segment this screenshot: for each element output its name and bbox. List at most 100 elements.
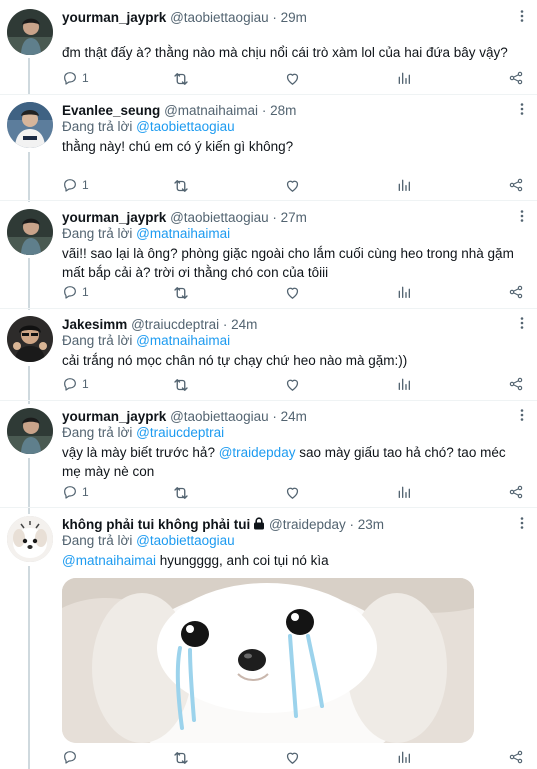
tweet-actions [62, 749, 527, 767]
user-handle[interactable]: @traidepday [269, 517, 346, 532]
stats-button[interactable] [396, 749, 412, 765]
tweet-actions: 1 [62, 484, 527, 502]
share-button[interactable] [508, 749, 524, 765]
avatar[interactable] [7, 316, 53, 362]
display-name[interactable]: không phải tui không phải tui [62, 517, 250, 532]
replying-to: Đang trả lời @matnaihaimai [62, 225, 230, 243]
user-handle[interactable]: @taobiettaogiau [170, 10, 269, 25]
mention-link[interactable]: @taobiettaogiau [136, 119, 235, 134]
like-icon [284, 284, 301, 301]
display-name[interactable]: yourman_jayprk [62, 210, 166, 225]
mention-link[interactable]: @taobiettaogiau [136, 533, 235, 548]
retweet-button[interactable] [172, 70, 190, 88]
divider [0, 507, 537, 508]
avatar[interactable] [7, 9, 53, 55]
divider [0, 94, 537, 95]
tweet-text: @matnaihaimai hyungggg, anh coi tụi nó k… [62, 551, 527, 570]
display-name[interactable]: Jakesimm [62, 317, 127, 332]
timestamp[interactable]: 29m [281, 10, 307, 25]
like-button[interactable] [284, 284, 301, 301]
replying-label: Đang trả lời [62, 333, 133, 348]
avatar[interactable] [7, 209, 53, 255]
retweet-icon [172, 284, 190, 302]
like-icon [284, 70, 301, 87]
user-handle[interactable]: @traiucdeptrai [131, 317, 219, 332]
like-button[interactable] [284, 177, 301, 194]
retweet-button[interactable] [172, 177, 190, 195]
retweet-button[interactable] [172, 484, 190, 502]
stats-button[interactable] [396, 284, 412, 300]
more-icon[interactable] [515, 516, 529, 532]
separator-dot: · [272, 10, 277, 25]
tweet-actions: 1 [62, 284, 527, 302]
timestamp[interactable]: 24m [231, 317, 257, 332]
stats-button[interactable] [396, 70, 412, 86]
like-button[interactable] [284, 749, 301, 766]
tweet-thread: yourman_jayprk @taobiettaogiau · 29m đm … [0, 0, 537, 769]
stats-button[interactable] [396, 484, 412, 500]
user-handle[interactable]: @taobiettaogiau [170, 210, 269, 225]
tweet[interactable]: Jakesimm @traiucdeptrai · 24m Đang trả l… [0, 316, 537, 396]
more-icon[interactable] [515, 102, 529, 118]
more-icon[interactable] [515, 408, 529, 424]
timestamp[interactable]: 27m [281, 210, 307, 225]
more-icon[interactable] [515, 316, 529, 332]
share-button[interactable] [508, 284, 524, 300]
share-button[interactable] [508, 177, 524, 193]
tweet[interactable]: yourman_jayprk @taobiettaogiau · 29m đm … [0, 9, 537, 93]
reply-icon [62, 484, 78, 500]
more-icon[interactable] [515, 209, 529, 225]
replying-label: Đang trả lời [62, 119, 133, 134]
share-button[interactable] [508, 376, 524, 392]
share-button[interactable] [508, 484, 524, 500]
retweet-icon [172, 70, 190, 88]
retweet-button[interactable] [172, 749, 190, 767]
reply-button[interactable]: 1 [62, 376, 89, 392]
reply-button[interactable]: 1 [62, 484, 89, 500]
share-icon [508, 749, 524, 765]
stats-button[interactable] [396, 177, 412, 193]
like-button[interactable] [284, 484, 301, 501]
reply-button[interactable] [62, 749, 78, 765]
reply-icon [62, 749, 78, 765]
tweet-text: thằng này! chú em có ý kiến gì không? [62, 139, 294, 154]
separator-dot: · [272, 210, 277, 225]
tweet[interactable]: yourman_jayprk @taobiettaogiau · 27m Đan… [0, 209, 537, 301]
timestamp[interactable]: 28m [270, 103, 296, 118]
display-name[interactable]: Evanlee_seung [62, 103, 160, 118]
stats-button[interactable] [396, 376, 412, 392]
display-name[interactable]: yourman_jayprk [62, 10, 166, 25]
avatar[interactable] [7, 516, 53, 562]
like-button[interactable] [284, 376, 301, 393]
tweet[interactable]: Evanlee_seung @matnaihaimai · 28m Đang t… [0, 102, 537, 194]
reply-button[interactable]: 1 [62, 284, 89, 300]
reply-button[interactable]: 1 [62, 177, 89, 193]
display-name[interactable]: yourman_jayprk [62, 409, 166, 424]
reply-button[interactable]: 1 [62, 70, 89, 86]
like-icon [284, 749, 301, 766]
avatar[interactable] [7, 102, 53, 148]
tweet-media-image[interactable] [62, 578, 474, 743]
tweet[interactable]: không phải tui không phải tui @traidepda… [0, 516, 537, 769]
mention-link[interactable]: @matnaihaimai [62, 553, 156, 568]
user-handle[interactable]: @matnaihaimai [164, 103, 258, 118]
share-icon [508, 376, 524, 392]
mention-link[interactable]: @matnaihaimai [136, 226, 230, 241]
more-icon[interactable] [515, 9, 529, 25]
mention-link[interactable]: @traiucdeptrai [136, 425, 224, 440]
retweet-button[interactable] [172, 376, 190, 394]
avatar[interactable] [7, 408, 53, 454]
mention-link[interactable]: @traidepday [219, 445, 296, 460]
like-button[interactable] [284, 70, 301, 87]
timestamp[interactable]: 23m [358, 517, 384, 532]
reply-icon [62, 284, 78, 300]
user-handle[interactable]: @taobiettaogiau [170, 409, 269, 424]
share-icon [508, 284, 524, 300]
timestamp[interactable]: 24m [281, 409, 307, 424]
retweet-button[interactable] [172, 284, 190, 302]
separator-dot: · [272, 409, 277, 424]
mention-link[interactable]: @matnaihaimai [136, 333, 230, 348]
share-button[interactable] [508, 70, 524, 86]
tweet[interactable]: yourman_jayprk @taobiettaogiau · 24m Đan… [0, 408, 537, 503]
stats-icon [396, 70, 412, 86]
